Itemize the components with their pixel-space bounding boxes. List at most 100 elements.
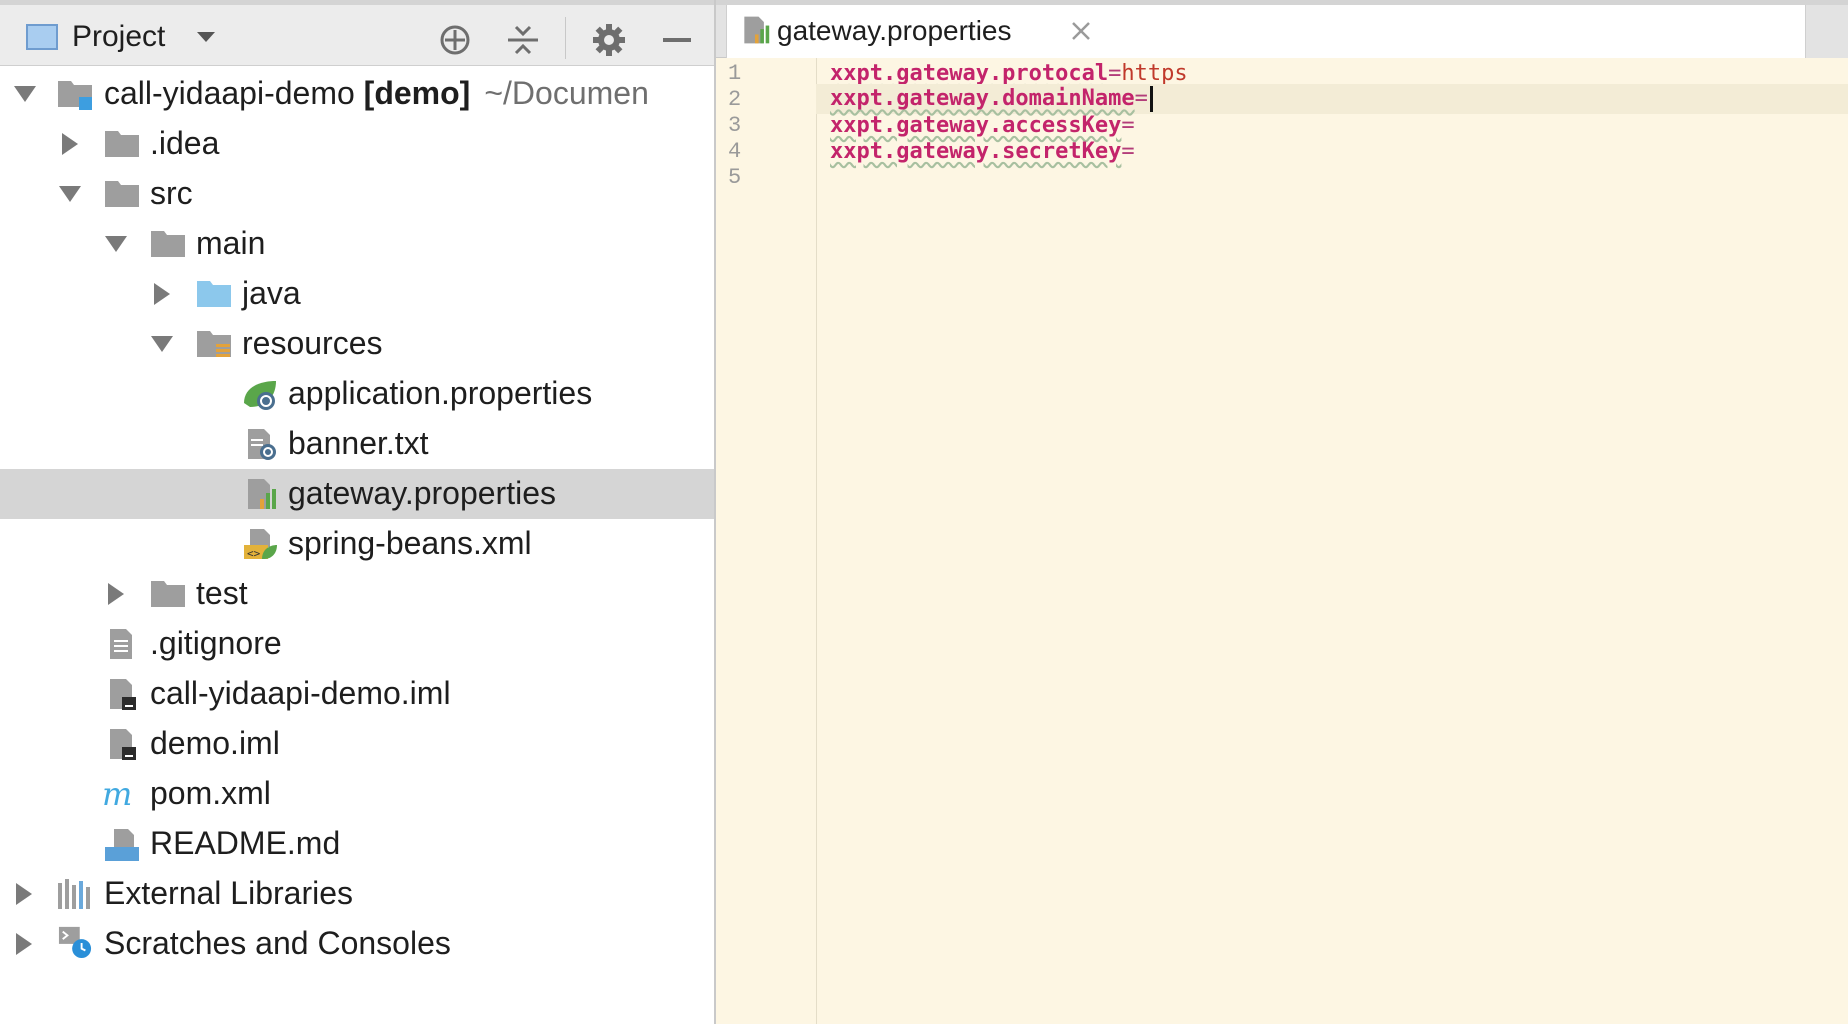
tree-item-label: .gitignore [150,625,282,661]
chevron-down-icon [197,32,216,42]
property-separator: = [1134,86,1148,111]
tree-row-main[interactable]: main [0,219,714,269]
locate-button[interactable] [435,20,475,60]
line-number: 5 [728,165,742,190]
spring-config-icon [244,381,276,410]
tree-row-banner-txt[interactable]: banner.txt [0,419,714,469]
project-panel: Project call-yidaapi-demo [demo] ~/Docum… [0,0,716,1024]
line-number: 4 [728,139,742,164]
property-key: xxpt.gateway.domainName [830,86,1135,111]
folder-icon [151,231,185,257]
code-editor[interactable]: 1 2 3 4 5 xxpt.gateway.protocal=https xx… [716,58,1848,1024]
expand-arrow-icon[interactable] [108,583,124,605]
project-toolbar: Project [0,0,714,66]
line-number: 1 [728,61,742,86]
resources-folder-icon [197,331,231,357]
toolbar-separator [565,17,566,59]
tree-item-label: java [242,275,301,311]
tree-item-label: test [196,575,248,611]
property-key: xxpt.gateway.protocal [830,60,1109,86]
expand-arrow-icon[interactable] [105,236,127,252]
expand-arrow-icon[interactable] [151,336,173,352]
tree-item-label: spring-beans.xml [288,525,532,561]
expand-arrow-icon[interactable] [154,283,170,305]
code-line[interactable]: xxpt.gateway.secretKey= [816,136,1848,166]
tree-row-demo-iml[interactable]: demo.iml [0,719,714,769]
tab-label: gateway.properties [777,15,1012,46]
source-folder-icon [197,281,231,307]
tree-item-label: External Libraries [104,875,353,911]
property-key: xxpt.gateway.accessKey [830,112,1122,138]
tree-row-root[interactable]: call-yidaapi-demo [demo] ~/Documen [0,69,714,119]
property-key: xxpt.gateway.secretKey [830,138,1122,164]
property-value: https [1121,60,1188,86]
tree-item-label: pom.xml [150,775,271,811]
tree-item-label: gateway.properties [288,475,556,511]
tree-row-gitignore[interactable]: .gitignore [0,619,714,669]
property-separator: = [1108,60,1122,86]
tab-gateway-properties[interactable]: gateway.properties [726,5,1806,58]
folder-icon [105,181,139,207]
tree-row-scratches[interactable]: Scratches and Consoles [0,919,714,969]
collapse-all-icon [508,25,538,55]
tree-row-java[interactable]: java [0,269,714,319]
tree-row-resources[interactable]: resources [0,319,714,369]
expand-arrow-icon[interactable] [14,86,36,102]
project-window-icon [26,24,58,50]
tree-item-label: main [196,225,266,261]
tree-row-src[interactable]: src [0,169,714,219]
property-separator: = [1121,112,1135,138]
svg-text:<>: <> [247,547,261,560]
tree-item-label: src [150,175,193,211]
settings-button[interactable] [589,20,629,60]
tree-item-label: Scratches and Consoles [104,925,451,961]
tree-row-readme-md[interactable]: README.md [0,819,714,869]
spring-xml-icon: <> [244,529,277,560]
iml-file-icon [110,729,136,760]
project-view-label: Project [72,20,166,53]
properties-file-icon [744,16,770,44]
line-number: 3 [728,113,742,138]
tree-root-label: call-yidaapi-demo [demo] ~/Documen [104,75,649,112]
svg-text:m: m [102,777,132,811]
project-view-selector[interactable]: Project [26,17,216,57]
tree-item-label: banner.txt [288,425,429,461]
folder-icon [105,131,139,157]
minimize-button[interactable] [657,20,697,60]
tree-row-iml[interactable]: call-yidaapi-demo.iml [0,669,714,719]
library-icon [58,879,90,909]
iml-file-icon [110,679,136,710]
expand-arrow-icon[interactable] [16,883,32,905]
text-file-icon [110,629,132,659]
root-module: [demo] [363,75,471,111]
expand-arrow-icon[interactable] [59,186,81,202]
properties-file-icon [248,479,276,509]
close-icon[interactable] [1067,17,1095,45]
line-number: 2 [728,87,742,112]
minimize-icon [663,38,691,42]
tree-item-label: README.md [150,825,341,861]
tree-item-label: resources [242,325,383,361]
tree-item-label: call-yidaapi-demo.iml [150,675,451,711]
text-cursor [1149,86,1153,112]
maven-icon: m [102,777,132,811]
line-number-gutter: 1 2 3 4 5 [716,58,817,1024]
collapse-all-button[interactable] [503,20,543,60]
tree-row-spring-beans-xml[interactable]: <> spring-beans.xml [0,519,714,569]
tree-row-test[interactable]: test [0,569,714,619]
expand-arrow-icon[interactable] [62,133,78,155]
scratches-icon [58,926,92,959]
tree-row-application-properties[interactable]: application.properties [0,369,714,419]
gear-icon [593,24,625,56]
text-file-icon [248,429,276,460]
markdown-file-icon [105,829,139,861]
tree-row-pom-xml[interactable]: m pom.xml [0,769,714,819]
module-folder-icon [58,81,92,110]
tree-row-external-libraries[interactable]: External Libraries [0,869,714,919]
tree-row-gateway-properties[interactable]: gateway.properties [0,469,714,519]
tree-row-idea[interactable]: .idea [0,119,714,169]
tree-item-label: .idea [150,125,220,161]
expand-arrow-icon[interactable] [16,933,32,955]
tree-item-label: demo.iml [150,725,280,761]
root-path: ~/Documen [484,75,649,111]
